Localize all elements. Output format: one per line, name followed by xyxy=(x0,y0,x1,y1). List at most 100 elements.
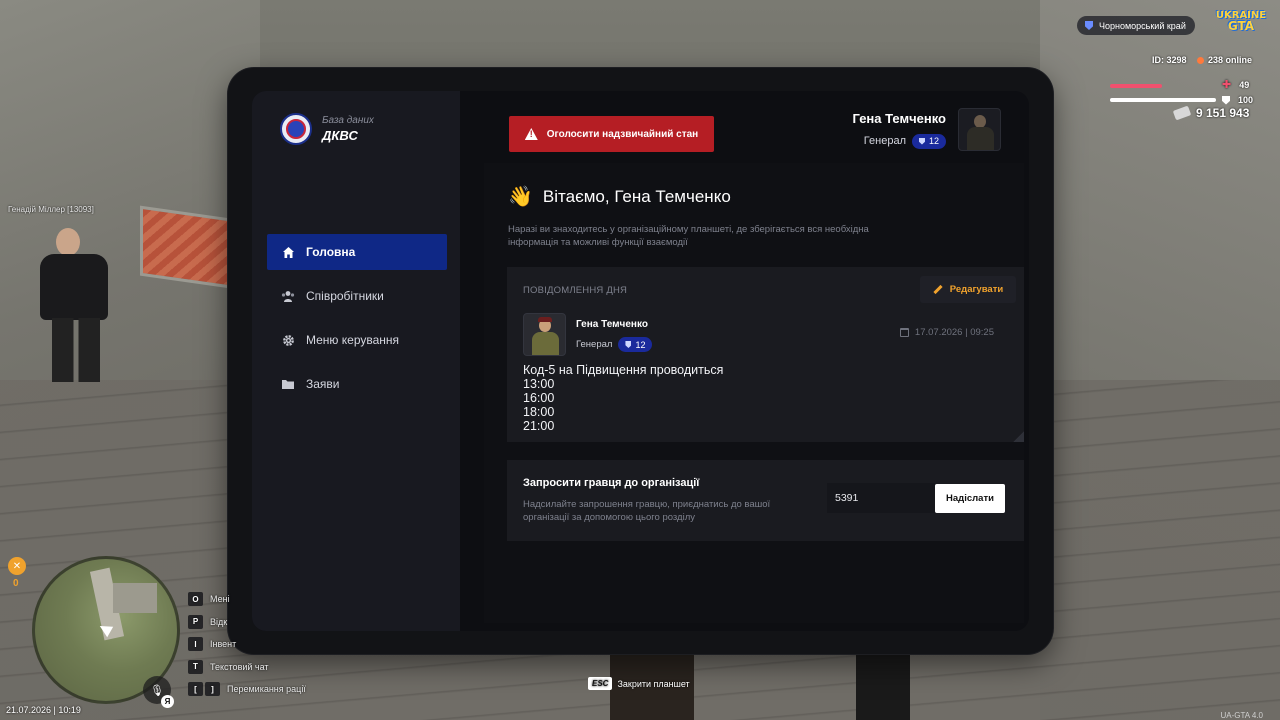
sidebar: База даних ДКВС Головна Співробітники Ме… xyxy=(252,91,460,631)
hunger-icon: ✕ xyxy=(8,557,26,575)
sidebar-item-label: Меню керування xyxy=(306,333,400,347)
key-cap: T xyxy=(188,659,203,674)
keybind-label: Перемикання рації xyxy=(227,684,306,695)
close-tablet-hint: ESC Закрити планшет xyxy=(588,677,690,690)
level-badge: 12 xyxy=(911,133,946,149)
sidebar-item-employees[interactable]: Співробітники xyxy=(267,278,447,314)
edit-button[interactable]: Редагувати xyxy=(920,276,1016,303)
profile-name: Гена Темченко xyxy=(852,110,946,126)
author-name: Гена Темченко xyxy=(576,319,648,330)
author-rank: Генерал xyxy=(576,339,613,350)
armor-bar xyxy=(1110,98,1216,102)
greeting: 👋 Вітаємо, Гена Темченко xyxy=(508,187,731,207)
level-value: 12 xyxy=(928,136,939,146)
main-content: 👋 Вітаємо, Гена Темченко Наразі ви знахо… xyxy=(484,163,1024,623)
profile-rank-row: Генерал 12 xyxy=(852,133,946,149)
keybind-row: P Відк xyxy=(188,611,306,634)
sidebar-item-control-menu[interactable]: Меню керування xyxy=(267,322,447,358)
home-icon xyxy=(281,245,295,259)
game-datetime: 21.07.2026 | 10:19 xyxy=(6,705,81,715)
online-dot-icon xyxy=(1197,56,1204,64)
game-window xyxy=(140,205,230,289)
waving-hand-icon: 👋 xyxy=(508,186,533,208)
keybind-label: Мені xyxy=(210,594,230,605)
brand: База даних ДКВС xyxy=(280,113,374,145)
keybind-hints: O Мені P Відк I Інвент T Текстовий чат [… xyxy=(188,588,306,701)
sidebar-item-home[interactable]: Головна xyxy=(267,234,447,270)
motd-date: 17.07.2026 | 09:25 xyxy=(899,327,994,338)
armor-indicator: 100 xyxy=(1222,95,1253,105)
motd-date-text: 17.07.2026 | 09:25 xyxy=(914,327,994,338)
users-icon xyxy=(281,289,295,303)
keybind-row: T Текстовий чат xyxy=(188,656,306,679)
declare-emergency-button[interactable]: Оголосити надзвичайний стан xyxy=(509,116,714,152)
key-cap: ] xyxy=(205,682,220,697)
region-badge: Чорноморський край xyxy=(1077,16,1195,35)
close-tablet-label: Закрити планшет xyxy=(617,678,690,689)
intro-text: Наразі ви знаходитесь у організаційному … xyxy=(508,224,869,248)
health-value: 49 xyxy=(1239,80,1250,90)
money-icon xyxy=(1172,105,1192,121)
motd-author: Гена Темченко Генерал 12 xyxy=(523,313,653,356)
profile-rank: Генерал xyxy=(863,135,906,147)
keybind-row: O Мені xyxy=(188,588,306,611)
game-version: UA-GTA 4.0 xyxy=(1220,711,1263,720)
invite-description: Надсилайте запрошення гравцю, приєднатис… xyxy=(523,499,771,523)
brand-subtitle: База даних xyxy=(322,115,374,126)
health-plus-icon: ✚ xyxy=(1222,78,1232,91)
keybind-label: Текстовий чат xyxy=(210,661,269,672)
gear-icon xyxy=(281,333,295,347)
sidebar-nav: Головна Співробітники Меню керування Зая… xyxy=(267,234,447,410)
server-logo: UKRAINE GTA xyxy=(1212,10,1270,38)
motd-body: Код-5 на Підвищення проводиться 13:00 16… xyxy=(523,363,724,433)
motd-title: ПОВІДОМЛЕННЯ ДНЯ xyxy=(523,285,628,296)
money-display: 9 151 943 xyxy=(1172,105,1250,121)
npc-character xyxy=(34,226,124,386)
user-profile: Гена Темченко Генерал 12 xyxy=(852,108,1001,151)
language-badge: Я xyxy=(161,695,174,708)
sidebar-item-label: Головна xyxy=(306,245,356,259)
sidebar-item-applications[interactable]: Заяви xyxy=(267,366,447,402)
brand-title: ДКВС xyxy=(322,128,358,143)
folder-icon xyxy=(281,377,295,391)
edit-label: Редагувати xyxy=(949,284,1004,295)
health-indicator: ✚ 49 xyxy=(1222,78,1250,91)
esc-key-cap: ESC xyxy=(588,677,613,690)
invite-player-panel: Запросити гравця до організації Надсилай… xyxy=(507,460,1024,541)
sidebar-item-label: Заяви xyxy=(306,377,340,391)
key-cap: I xyxy=(188,637,203,652)
hunger-value: 0 xyxy=(13,578,19,589)
key-cap: P xyxy=(188,614,203,629)
warning-icon xyxy=(524,128,538,140)
keybind-label: Відк xyxy=(210,616,228,627)
online-counter: 238 online xyxy=(1197,55,1252,65)
message-of-the-day: ПОВІДОМЛЕННЯ ДНЯ Редагувати Гена Темченк… xyxy=(507,267,1024,442)
greeting-text: Вітаємо, Гена Темченко xyxy=(542,187,731,206)
tablet-screen: База даних ДКВС Головна Співробітники Ме… xyxy=(252,91,1029,631)
avatar xyxy=(958,108,1001,151)
player-id-input[interactable] xyxy=(827,483,935,513)
player-id: ID: 3298 xyxy=(1152,55,1187,65)
key-cap: [ xyxy=(188,682,203,697)
badge-shield-icon xyxy=(918,137,925,145)
level-value: 12 xyxy=(635,339,646,350)
badge-shield-icon xyxy=(625,341,632,348)
health-bar xyxy=(1110,84,1162,88)
level-badge: 12 xyxy=(618,337,653,352)
avatar xyxy=(523,313,566,356)
npc-name-label: Генадій Міллер [13093] xyxy=(8,205,94,214)
calendar-icon xyxy=(899,328,909,337)
pencil-icon xyxy=(933,284,943,295)
keybind-row: [ ] Перемикання рації xyxy=(188,678,306,701)
declare-emergency-label: Оголосити надзвичайний стан xyxy=(546,128,699,140)
region-shield-icon xyxy=(1085,21,1093,30)
resize-handle[interactable] xyxy=(1012,430,1024,442)
author-rank-row: Генерал 12 xyxy=(576,337,653,352)
keybind-label: Інвент xyxy=(210,639,237,650)
keybind-row: I Інвент xyxy=(188,633,306,656)
armor-shield-icon xyxy=(1222,95,1230,105)
money-value: 9 151 943 xyxy=(1196,106,1250,120)
invite-title: Запросити гравця до організації xyxy=(523,477,700,489)
region-name: Чорноморський край xyxy=(1099,20,1186,31)
logo-line2: GTA xyxy=(1227,19,1255,33)
